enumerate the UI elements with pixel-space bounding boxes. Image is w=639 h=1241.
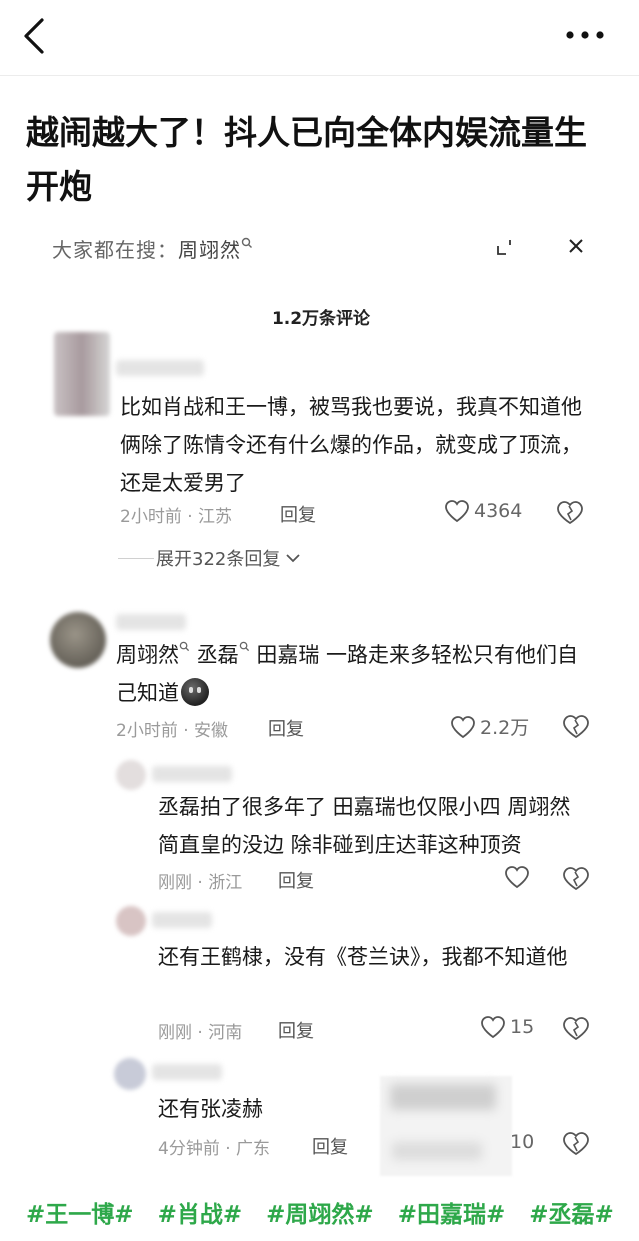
more-horizontal-icon xyxy=(566,31,604,39)
mention-link[interactable]: 丞磊 xyxy=(197,643,239,667)
hashtag-row: #王一博# #肖战# #周翊然# #田嘉瑞# #丞磊# xyxy=(26,1195,630,1229)
like-count: 4364 xyxy=(474,500,523,522)
chevron-left-icon xyxy=(24,18,44,54)
comment-text: 周翊然 丞磊 田嘉瑞 一路走来多轻松只有他们自己知道 xyxy=(116,636,586,712)
like-count: 10 xyxy=(510,1131,535,1153)
reply-button[interactable]: 回复 xyxy=(278,867,314,893)
reply-button[interactable]: 回复 xyxy=(312,1133,348,1159)
dislike-icon[interactable] xyxy=(562,1016,590,1042)
expand-replies-button[interactable]: 展开322条回复 xyxy=(156,545,302,571)
avatar[interactable] xyxy=(54,332,110,416)
chevron-down-icon xyxy=(286,554,300,563)
like-button[interactable]: 10 xyxy=(510,1131,534,1153)
mention-link[interactable]: 周翊然 xyxy=(116,643,179,667)
like-count: 15 xyxy=(510,1016,535,1038)
comment-meta: 2小时前 · 安徽 xyxy=(116,721,229,741)
search-hint[interactable]: 大家都在搜：周翊然 xyxy=(52,234,253,263)
reply-meta: 刚刚 · 浙江 xyxy=(158,873,243,893)
like-button[interactable]: 4364 xyxy=(444,499,522,523)
article-title: 越闹越大了！抖人已向全体内娱流量生开炮 xyxy=(26,113,587,206)
reply-button[interactable]: 回复 xyxy=(280,501,316,527)
more-button[interactable] xyxy=(560,18,610,52)
hashtag-link[interactable]: #王一博# xyxy=(26,1202,134,1228)
username-blurred[interactable] xyxy=(116,614,186,630)
username-blurred[interactable] xyxy=(152,766,232,782)
expand-replies-label: 展开322条回复 xyxy=(156,549,281,570)
username-blurred[interactable] xyxy=(152,1064,222,1080)
hashtag-link[interactable]: #丞磊# xyxy=(529,1202,614,1228)
comment-count: 1.2万条评论 xyxy=(271,309,371,329)
dislike-icon[interactable] xyxy=(562,866,590,892)
top-bar xyxy=(0,0,639,76)
like-count: 2.2万 xyxy=(480,717,530,739)
heart-icon xyxy=(505,866,529,889)
dislike-icon[interactable] xyxy=(562,714,590,740)
like-button[interactable]: 2.2万 xyxy=(450,713,529,740)
username-blurred[interactable] xyxy=(116,360,204,376)
dark-face-emoji-icon xyxy=(181,678,209,706)
avatar[interactable] xyxy=(116,906,146,936)
embedded-comments-screenshot: 大家都在搜：周翊然 1.2万条评论 比如肖战和王一博，被骂我也要说，我真不知道他… xyxy=(28,218,614,1178)
avatar[interactable] xyxy=(50,612,106,668)
comment-text: 比如肖战和王一博，被骂我也要说，我真不知道他俩除了陈情令还有什么爆的作品，就变成… xyxy=(120,395,582,495)
search-icon xyxy=(179,641,190,652)
search-hint-label: 大家都在搜： xyxy=(52,238,178,262)
reply-text: 丞磊拍了很多年了 田嘉瑞也仅限小四 周翊然简直皇的没边 除非碰到庄达菲这种顶资 xyxy=(158,795,571,857)
reply-meta: 4分钟前 · 广东 xyxy=(158,1139,271,1159)
avatar[interactable] xyxy=(114,1058,146,1090)
hashtag-link[interactable]: #田嘉瑞# xyxy=(398,1202,506,1228)
expand-icon[interactable] xyxy=(496,238,514,256)
reply-text: 还有张凌赫 xyxy=(158,1097,263,1121)
hashtag-link[interactable]: #周翊然# xyxy=(266,1202,374,1228)
close-icon[interactable] xyxy=(566,236,586,256)
avatar[interactable] xyxy=(116,760,146,790)
reply-button[interactable]: 回复 xyxy=(268,715,304,741)
username-blurred[interactable] xyxy=(152,912,212,928)
heart-icon xyxy=(481,1016,505,1039)
heart-icon xyxy=(445,500,469,523)
blurred-overlay xyxy=(380,1076,512,1176)
reply-button[interactable]: 回复 xyxy=(278,1017,314,1043)
dislike-icon[interactable] xyxy=(556,500,584,526)
like-button[interactable]: 15 xyxy=(480,1015,534,1039)
like-button[interactable] xyxy=(504,865,534,889)
hashtag-link[interactable]: #肖战# xyxy=(158,1202,243,1228)
search-icon xyxy=(241,237,252,248)
search-icon xyxy=(239,641,249,652)
comment-meta: 2小时前 · 江苏 xyxy=(120,507,233,527)
search-term: 周翊然 xyxy=(178,238,241,262)
dislike-icon[interactable] xyxy=(562,1131,590,1157)
reply-meta: 刚刚 · 河南 xyxy=(158,1023,243,1043)
heart-icon xyxy=(451,715,475,738)
reply-text: 还有王鹤棣，没有《苍兰诀》，我都不知道他 xyxy=(158,945,568,969)
back-button[interactable] xyxy=(18,14,58,58)
expand-divider xyxy=(118,558,154,559)
